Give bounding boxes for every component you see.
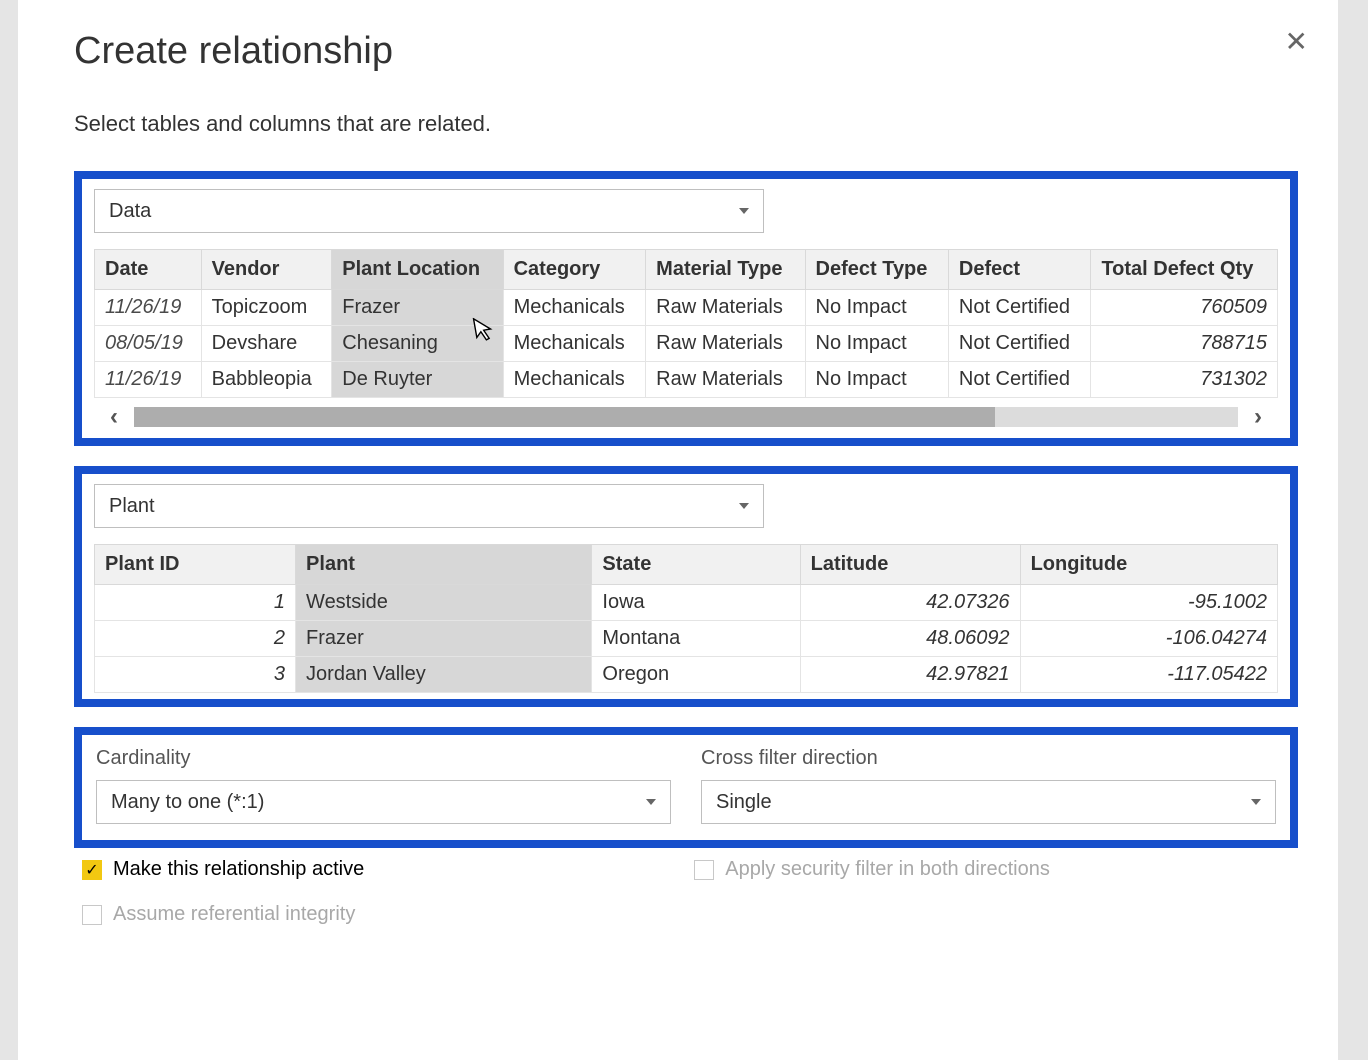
cell: Mechanicals xyxy=(503,290,646,326)
cell: 3 xyxy=(95,657,296,693)
table-row: 1 Westside Iowa 42.07326 -95.1002 xyxy=(95,585,1278,621)
second-table-section: Plant Plant ID Plant State Latitude Long… xyxy=(74,466,1298,707)
col-header-selected[interactable]: Plant Location xyxy=(332,250,503,290)
cell: Topiczoom xyxy=(201,290,332,326)
cell: De Ruyter xyxy=(332,362,503,398)
col-header-selected[interactable]: Plant xyxy=(296,545,592,585)
cell: No Impact xyxy=(805,362,948,398)
cell: Not Certified xyxy=(948,326,1091,362)
table-row: 08/05/19 Devshare Chesaning Mechanicals … xyxy=(95,326,1278,362)
cell: Westside xyxy=(296,585,592,621)
col-header[interactable]: Plant ID xyxy=(95,545,296,585)
second-table-value: Plant xyxy=(109,495,155,518)
scroll-right-icon[interactable]: › xyxy=(1238,403,1278,431)
cell: Devshare xyxy=(201,326,332,362)
referential-integrity-checkbox-row: Assume referential integrity xyxy=(82,903,1298,926)
make-active-checkbox-row[interactable]: ✓ Make this relationship active xyxy=(82,858,364,881)
col-header[interactable]: Date xyxy=(95,250,202,290)
cell: Raw Materials xyxy=(646,362,805,398)
crossfilter-label: Cross filter direction xyxy=(701,747,1276,770)
cell: Not Certified xyxy=(948,362,1091,398)
chevron-down-icon xyxy=(646,799,656,805)
horizontal-scrollbar[interactable]: ‹ › xyxy=(94,402,1278,432)
table-row: 11/26/19 Topiczoom Frazer Mechanicals Ra… xyxy=(95,290,1278,326)
close-icon[interactable]: ✕ xyxy=(1285,28,1308,56)
make-active-label: Make this relationship active xyxy=(113,858,364,881)
col-header[interactable]: Material Type xyxy=(646,250,805,290)
col-header[interactable]: State xyxy=(592,545,800,585)
cell: -95.1002 xyxy=(1020,585,1277,621)
col-header[interactable]: Defect Type xyxy=(805,250,948,290)
cell: 760509 xyxy=(1091,290,1278,326)
first-table-value: Data xyxy=(109,200,151,223)
table-row: 11/26/19 Babbleopia De Ruyter Mechanical… xyxy=(95,362,1278,398)
cell: 42.97821 xyxy=(800,657,1020,693)
dialog-title: Create relationship xyxy=(74,30,1298,73)
second-table-dropdown[interactable]: Plant xyxy=(94,484,764,528)
cell: 2 xyxy=(95,621,296,657)
chevron-down-icon xyxy=(739,503,749,509)
cell: 11/26/19 xyxy=(95,290,202,326)
cell: Not Certified xyxy=(948,290,1091,326)
col-header[interactable]: Category xyxy=(503,250,646,290)
col-header[interactable]: Defect xyxy=(948,250,1091,290)
checkbox-checked-icon[interactable]: ✓ xyxy=(82,860,102,880)
cell: Chesaning xyxy=(332,326,503,362)
cell: -106.04274 xyxy=(1020,621,1277,657)
table-row: 2 Frazer Montana 48.06092 -106.04274 xyxy=(95,621,1278,657)
cell: Iowa xyxy=(592,585,800,621)
checkbox-icon xyxy=(82,905,102,925)
cardinality-value: Many to one (*:1) xyxy=(111,791,264,814)
table-row: 3 Jordan Valley Oregon 42.97821 -117.054… xyxy=(95,657,1278,693)
scroll-left-icon[interactable]: ‹ xyxy=(94,403,134,431)
first-table-section: Data Date Vendor Plant Location Category… xyxy=(74,171,1298,446)
col-header[interactable]: Vendor xyxy=(201,250,332,290)
col-header[interactable]: Latitude xyxy=(800,545,1020,585)
chevron-down-icon xyxy=(1251,799,1261,805)
checkbox-icon xyxy=(694,860,714,880)
col-header[interactable]: Longitude xyxy=(1020,545,1277,585)
scroll-track[interactable] xyxy=(134,407,1238,427)
first-table-dropdown[interactable]: Data xyxy=(94,189,764,233)
cell: 788715 xyxy=(1091,326,1278,362)
cell: No Impact xyxy=(805,290,948,326)
scroll-thumb[interactable] xyxy=(134,407,995,427)
cell: 42.07326 xyxy=(800,585,1020,621)
cardinality-dropdown[interactable]: Many to one (*:1) xyxy=(96,780,671,824)
cell: Mechanicals xyxy=(503,326,646,362)
security-filter-checkbox-row: Apply security filter in both directions xyxy=(694,858,1050,881)
col-header[interactable]: Total Defect Qty xyxy=(1091,250,1278,290)
cell: 48.06092 xyxy=(800,621,1020,657)
first-table-preview: Date Vendor Plant Location Category Mate… xyxy=(94,249,1278,398)
cell: -117.05422 xyxy=(1020,657,1277,693)
cell: Babbleopia xyxy=(201,362,332,398)
cell: Oregon xyxy=(592,657,800,693)
cell: 731302 xyxy=(1091,362,1278,398)
cell: 08/05/19 xyxy=(95,326,202,362)
cell: Montana xyxy=(592,621,800,657)
cell: Frazer xyxy=(296,621,592,657)
cell: Raw Materials xyxy=(646,326,805,362)
cell: 11/26/19 xyxy=(95,362,202,398)
referential-label: Assume referential integrity xyxy=(113,903,355,926)
dialog-subtitle: Select tables and columns that are relat… xyxy=(74,111,1298,137)
cell: No Impact xyxy=(805,326,948,362)
chevron-down-icon xyxy=(739,208,749,214)
relationship-settings-section: Cardinality Many to one (*:1) Cross filt… xyxy=(74,727,1298,848)
crossfilter-value: Single xyxy=(716,791,772,814)
cardinality-label: Cardinality xyxy=(96,747,671,770)
cell: Jordan Valley xyxy=(296,657,592,693)
cell: 1 xyxy=(95,585,296,621)
create-relationship-dialog: ✕ Create relationship Select tables and … xyxy=(18,0,1338,1060)
relationship-options: ✓ Make this relationship active Apply se… xyxy=(74,858,1298,926)
cell: Frazer xyxy=(332,290,503,326)
cell: Raw Materials xyxy=(646,290,805,326)
crossfilter-dropdown[interactable]: Single xyxy=(701,780,1276,824)
cell: Mechanicals xyxy=(503,362,646,398)
second-table-preview: Plant ID Plant State Latitude Longitude … xyxy=(94,544,1278,693)
security-filter-label: Apply security filter in both directions xyxy=(725,858,1050,881)
